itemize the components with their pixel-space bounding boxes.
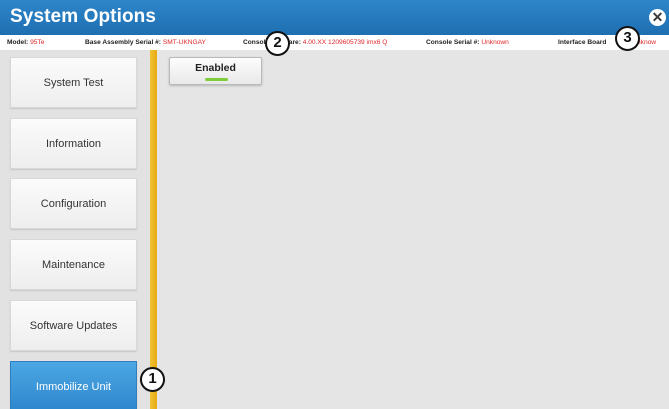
immobilize-toggle-button[interactable]: Enabled — [169, 57, 262, 85]
sidebar-item-label: Information — [45, 137, 102, 150]
status-indicator-led — [205, 78, 228, 81]
sidebar-item-label: Configuration — [40, 197, 107, 210]
info-interface-board: Interface Board Unknow — [558, 35, 656, 50]
sidebar-item-immobilize-unit[interactable]: Immobilize Unit — [10, 361, 137, 409]
sidebar: System Test Information Configuration Ma… — [0, 50, 150, 409]
callout-2: 2 — [265, 31, 290, 56]
close-icon: ✕ — [651, 9, 664, 25]
content-area: System Test Information Configuration Ma… — [0, 50, 669, 409]
info-value: Unknown — [481, 39, 509, 46]
sidebar-item-configuration[interactable]: Configuration — [10, 178, 137, 229]
info-label: Interface Board — [558, 39, 607, 46]
sidebar-item-label: Immobilize Unit — [35, 380, 112, 393]
info-base-serial: Base Assembly Serial #: SMT-UKNGAY — [85, 35, 206, 50]
sidebar-item-label: Software Updates — [29, 319, 118, 332]
sidebar-item-label: System Test — [43, 76, 104, 89]
info-label: Base Assembly Serial #: — [85, 39, 161, 46]
close-button[interactable]: ✕ — [649, 9, 666, 26]
sidebar-item-information[interactable]: Information — [10, 118, 137, 169]
info-value: 4.00.XX 1209605739 imx6 Q — [302, 39, 388, 46]
info-value: SMT-UKNGAY — [162, 39, 206, 46]
info-value: 95Te — [30, 39, 45, 46]
info-model: Model: 95Te — [7, 35, 44, 50]
title-bar: System Options ✕ — [0, 0, 669, 35]
sidebar-divider — [150, 50, 157, 409]
info-label: Console Serial #: — [426, 39, 480, 46]
sidebar-item-maintenance[interactable]: Maintenance — [10, 239, 137, 290]
main-panel: Enabled — [157, 50, 669, 409]
info-console-serial: Console Serial #: Unknown — [426, 35, 509, 50]
window-title: System Options — [10, 6, 157, 27]
info-bar: Model: 95Te Base Assembly Serial #: SMT-… — [0, 35, 669, 50]
sidebar-item-software-updates[interactable]: Software Updates — [10, 300, 137, 351]
info-label: Model: — [7, 39, 29, 46]
sidebar-item-label: Maintenance — [42, 258, 105, 271]
callout-3: 3 — [615, 26, 640, 51]
toggle-label: Enabled — [195, 62, 236, 74]
callout-1: 1 — [140, 367, 165, 392]
sidebar-item-system-test[interactable]: System Test — [10, 57, 137, 108]
